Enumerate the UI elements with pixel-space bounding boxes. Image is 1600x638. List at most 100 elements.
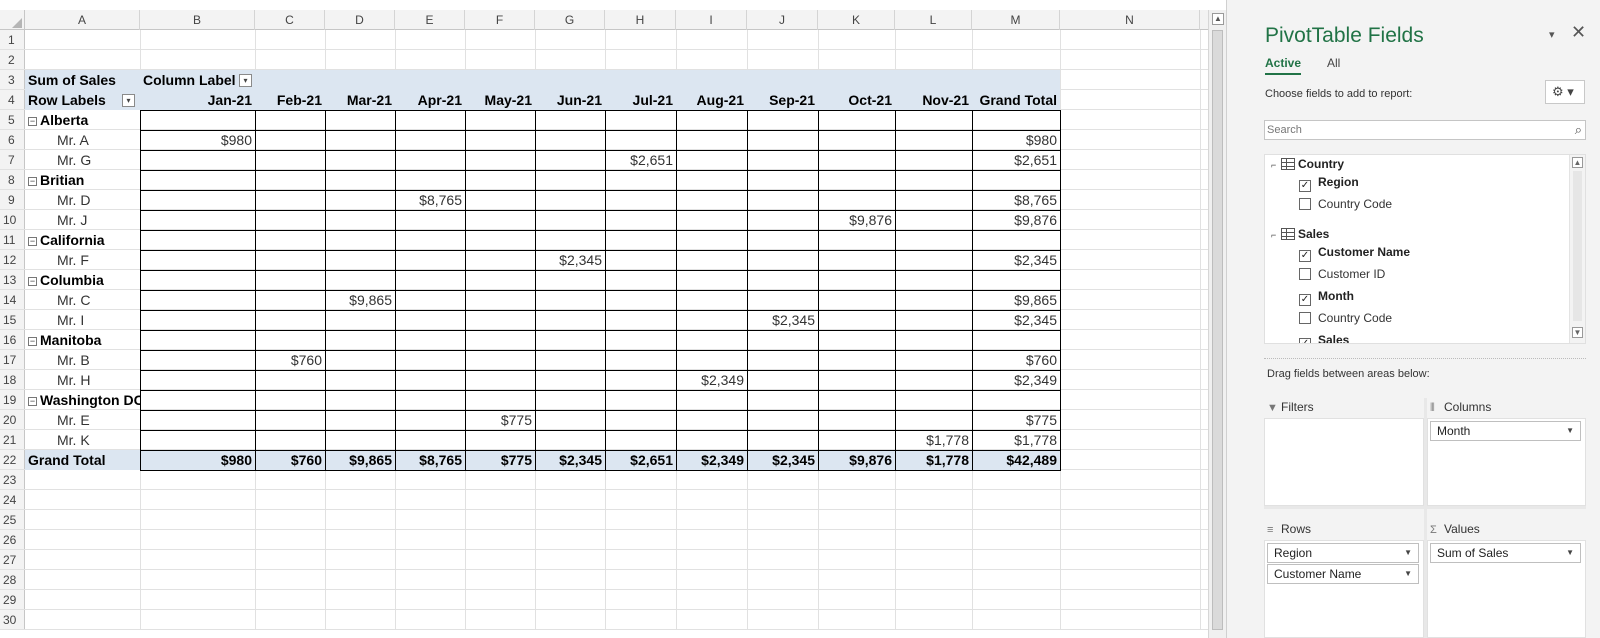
row-header-3[interactable]: 3 [0, 70, 25, 90]
customer-row-label[interactable]: Mr. C [25, 290, 140, 310]
value-cell[interactable]: $2,345 [535, 250, 605, 270]
row-header-19[interactable]: 19 [0, 390, 25, 410]
row-header-1[interactable]: 1 [0, 30, 25, 50]
collapse-toggle-icon[interactable]: − [28, 397, 37, 406]
field-sales[interactable]: ✓ Sales [1299, 331, 1349, 343]
value-cell[interactable]: $8,765 [395, 190, 465, 210]
grand-total-cell[interactable]: $2,651 [605, 450, 676, 470]
customer-row-label[interactable]: Mr. F [25, 250, 140, 270]
customer-row-label[interactable]: Mr. G [25, 150, 140, 170]
field-checkbox[interactable]: ✓ [1299, 180, 1311, 192]
field-checkbox[interactable] [1299, 312, 1311, 324]
area-item-customer-name[interactable]: Customer Name ▼ [1267, 564, 1419, 584]
column-header-E[interactable]: E [395, 10, 465, 30]
value-cell[interactable]: $9,865 [325, 290, 395, 310]
row-header-30[interactable]: 30 [0, 610, 25, 630]
field-search-box[interactable]: ⌕ [1264, 120, 1586, 140]
month-header[interactable]: Sep-21 [747, 90, 818, 110]
collapse-toggle-icon[interactable]: − [28, 117, 37, 126]
value-cell[interactable]: $2,651 [605, 150, 676, 170]
row-header-4[interactable]: 4 [0, 90, 25, 110]
value-cell[interactable]: $2,345 [972, 250, 1060, 270]
row-header-26[interactable]: 26 [0, 530, 25, 550]
row-filter-dropdown-icon[interactable]: ▾ [122, 94, 135, 107]
row-header-12[interactable]: 12 [0, 250, 25, 270]
column-filter-dropdown-icon[interactable]: ▾ [239, 74, 252, 87]
column-header-H[interactable]: H [605, 10, 676, 30]
value-cell[interactable]: $980 [140, 130, 255, 150]
row-header-7[interactable]: 7 [0, 150, 25, 170]
column-header-J[interactable]: J [747, 10, 818, 30]
area-item-sum-of-sales[interactable]: Sum of Sales ▼ [1430, 543, 1581, 563]
area-box-filters[interactable] [1264, 418, 1424, 506]
region-row-label[interactable]: − California [25, 230, 140, 250]
row-header-17[interactable]: 17 [0, 350, 25, 370]
row-header-24[interactable]: 24 [0, 490, 25, 510]
column-header-B[interactable]: B [140, 10, 255, 30]
region-row-label[interactable]: − Alberta [25, 110, 140, 130]
customer-row-label[interactable]: Mr. K [25, 430, 140, 450]
field-region[interactable]: ✓ Region [1299, 173, 1359, 192]
field-checkbox[interactable]: ✓ [1299, 338, 1311, 343]
field-country-code[interactable]: Country Code [1299, 195, 1392, 213]
field-month[interactable]: ✓ Month [1299, 287, 1354, 306]
row-header-21[interactable]: 21 [0, 430, 25, 450]
value-cell[interactable]: $2,349 [676, 370, 747, 390]
column-header-G[interactable]: G [535, 10, 605, 30]
value-cell[interactable]: $775 [972, 410, 1060, 430]
value-cell[interactable]: $9,876 [818, 210, 895, 230]
pivot-corner-label[interactable]: Sum of Sales [25, 70, 140, 90]
value-cell[interactable]: $1,778 [972, 430, 1060, 450]
month-header[interactable]: May-21 [465, 90, 535, 110]
row-header-2[interactable]: 2 [0, 50, 25, 70]
grand-total-cell[interactable]: $980 [140, 450, 255, 470]
sheet-vertical-scrollbar[interactable]: ▲ [1208, 10, 1226, 638]
column-header-F[interactable]: F [465, 10, 535, 30]
field-checkbox[interactable] [1299, 198, 1311, 210]
month-header[interactable]: Apr-21 [395, 90, 465, 110]
row-header-23[interactable]: 23 [0, 470, 25, 490]
month-header[interactable]: Mar-21 [325, 90, 395, 110]
row-header-8[interactable]: 8 [0, 170, 25, 190]
scroll-up-icon[interactable]: ▲ [1212, 13, 1224, 25]
month-header[interactable]: Aug-21 [676, 90, 747, 110]
row-header-10[interactable]: 10 [0, 210, 25, 230]
value-cell[interactable]: $760 [972, 350, 1060, 370]
row-header-20[interactable]: 20 [0, 410, 25, 430]
row-header-22[interactable]: 22 [0, 450, 25, 470]
scroll-up-icon[interactable]: ▲ [1572, 157, 1583, 168]
column-header-A[interactable]: A [25, 10, 140, 30]
grand-total-cell[interactable]: $9,865 [325, 450, 395, 470]
field-checkbox[interactable] [1299, 268, 1311, 280]
pane-options-chevron-icon[interactable]: ▾ [1549, 28, 1555, 41]
row-header-25[interactable]: 25 [0, 510, 25, 530]
column-header-D[interactable]: D [325, 10, 395, 30]
row-header-27[interactable]: 27 [0, 550, 25, 570]
collapse-toggle-icon[interactable]: − [28, 337, 37, 346]
month-header[interactable]: Jun-21 [535, 90, 605, 110]
customer-row-label[interactable]: Mr. H [25, 370, 140, 390]
column-labels-header[interactable]: Column Label [140, 70, 255, 90]
row-header-29[interactable]: 29 [0, 590, 25, 610]
field-checkbox[interactable]: ✓ [1299, 294, 1311, 306]
scroll-down-icon[interactable]: ▼ [1572, 327, 1583, 338]
value-cell[interactable]: $8,765 [972, 190, 1060, 210]
table-country[interactable]: ⌐ Country [1271, 155, 1344, 173]
collapse-toggle-icon[interactable]: − [28, 237, 37, 246]
chevron-down-icon[interactable]: ▼ [1566, 422, 1574, 440]
grand-total-header[interactable]: Grand Total [972, 90, 1060, 110]
grand-total-cell[interactable]: $2,345 [747, 450, 818, 470]
customer-row-label[interactable]: Mr. E [25, 410, 140, 430]
field-customer-id[interactable]: Customer ID [1299, 265, 1385, 283]
value-cell[interactable]: $1,778 [895, 430, 972, 450]
customer-row-label[interactable]: Mr. B [25, 350, 140, 370]
grand-total-row-label[interactable]: Grand Total [25, 450, 140, 470]
row-header-28[interactable]: 28 [0, 570, 25, 590]
area-item-month[interactable]: Month ▼ [1430, 421, 1581, 441]
tools-gear-button[interactable]: ⚙ ▾ [1545, 80, 1585, 104]
pane-close-icon[interactable]: ✕ [1571, 22, 1586, 43]
region-row-label[interactable]: − Columbia [25, 270, 140, 290]
row-header-11[interactable]: 11 [0, 230, 25, 250]
row-header-5[interactable]: 5 [0, 110, 25, 130]
collapse-toggle-icon[interactable]: − [28, 177, 37, 186]
